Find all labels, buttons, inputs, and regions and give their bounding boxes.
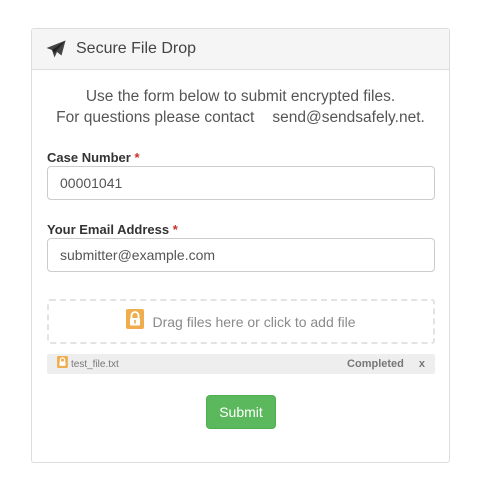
case-number-label-text: Case Number (47, 150, 131, 165)
case-number-label: Case Number * (47, 150, 140, 165)
dropzone-text: Drag files here or click to add file (152, 313, 356, 330)
contact-email: send@sendsafely.net. (272, 109, 425, 126)
lock-icon (57, 355, 68, 373)
required-mark: * (134, 150, 140, 165)
lock-icon (126, 309, 145, 334)
email-input[interactable] (47, 238, 435, 272)
intro-line-2: For questions please contact send@sendsaf… (32, 107, 449, 128)
remove-file-button[interactable]: x (419, 358, 425, 370)
intro-contact-prefix: For questions please contact (56, 109, 255, 126)
required-mark: * (172, 222, 178, 237)
submit-button[interactable]: Submit (206, 395, 276, 429)
file-dropzone[interactable]: Drag files here or click to add file (47, 299, 435, 344)
page-title: Secure File Drop (76, 40, 197, 57)
intro-text: Use the form below to submit encrypted f… (32, 86, 449, 128)
panel-header: Secure File Drop (32, 29, 449, 70)
secure-file-drop-panel: Secure File Drop Use the form below to s… (31, 28, 450, 463)
case-number-input[interactable] (47, 166, 435, 200)
file-status: Completed (347, 358, 404, 370)
intro-line-1: Use the form below to submit encrypted f… (85, 88, 396, 105)
email-label-text: Your Email Address (47, 222, 170, 237)
file-name: test_file.txt (71, 358, 119, 370)
email-label: Your Email Address * (47, 222, 178, 237)
paper-plane-icon (46, 40, 66, 58)
file-list-item: test_file.txt Completed x (47, 354, 435, 374)
